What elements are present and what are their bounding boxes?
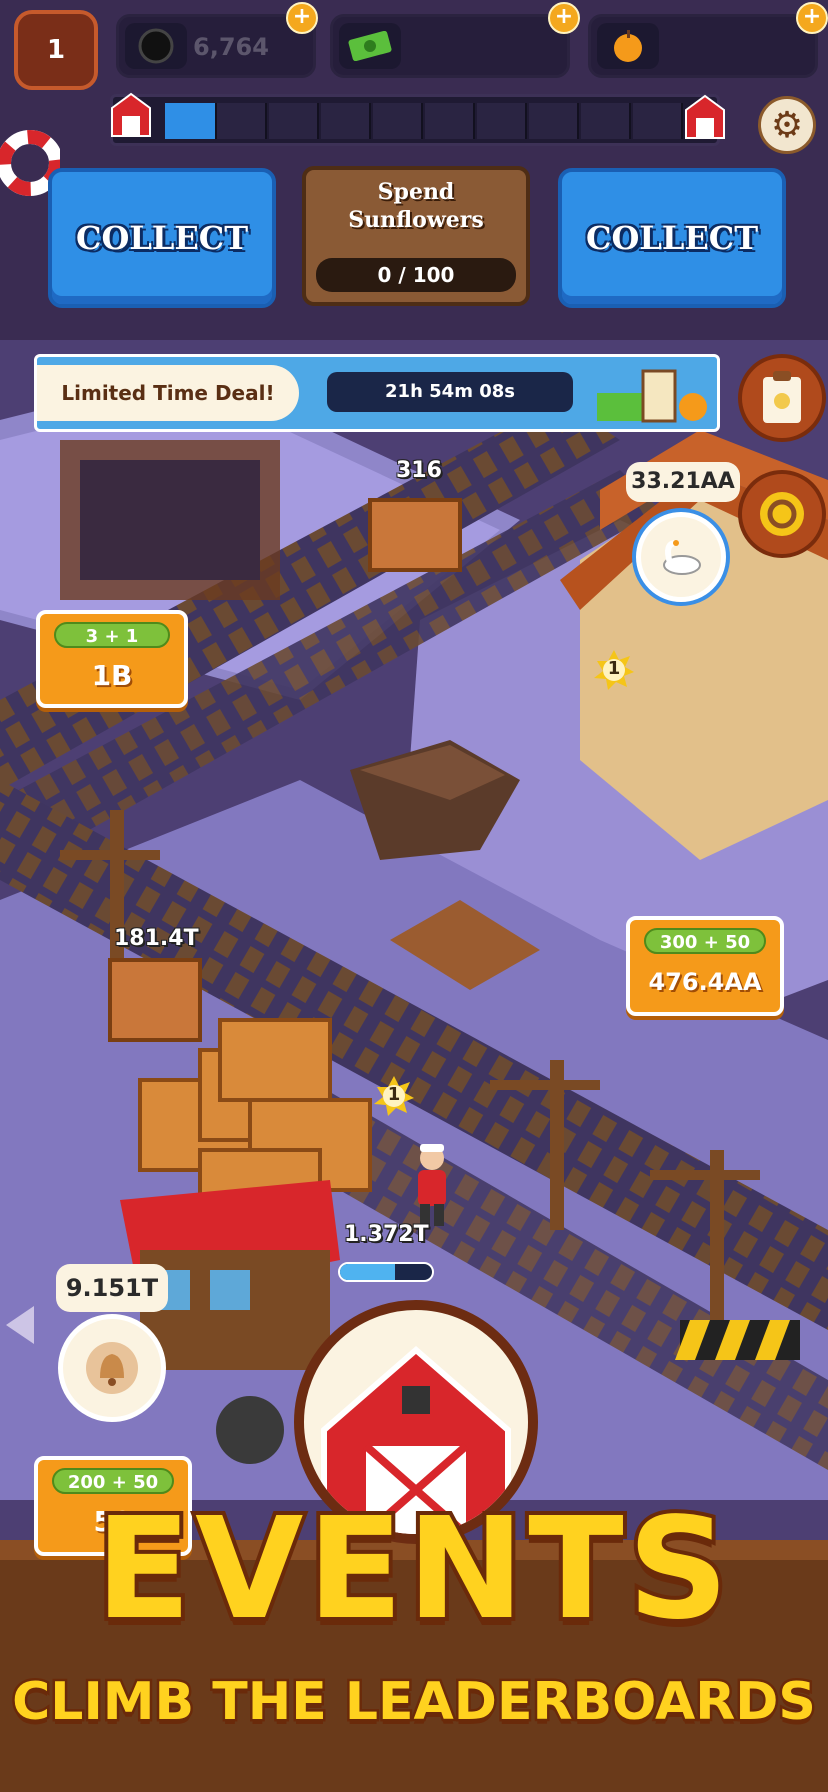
coin-value: 6,764 <box>193 33 269 61</box>
cash-icon <box>339 23 401 69</box>
crate-top-value: 316 <box>396 458 442 483</box>
swan-boost-button[interactable] <box>636 512 726 602</box>
worker-progress-bar <box>338 1262 434 1282</box>
coin-icon <box>125 23 187 69</box>
collect-right-label: COLLECT <box>585 219 758 257</box>
barn-goal-icon <box>685 94 725 139</box>
level-badge[interactable]: 1 <box>14 10 98 90</box>
refresh-boost-button[interactable] <box>738 470 826 558</box>
level-number: 1 <box>46 35 66 65</box>
worker-progress-fill <box>340 1264 396 1280</box>
deal-rewards-icon <box>597 369 707 423</box>
add-coin-button[interactable]: + <box>286 2 318 34</box>
settings-gear-icon[interactable]: ⚙ <box>758 96 816 154</box>
bell-button[interactable] <box>58 1314 166 1422</box>
clipboard-quests-button[interactable] <box>738 354 826 442</box>
barn-start-icon <box>111 92 151 137</box>
spend-progress: 0 / 100 <box>316 258 516 292</box>
worker-character[interactable] <box>404 1140 460 1230</box>
right-upgrade-level: 300 + 50 <box>644 928 766 954</box>
promo-subtitle: CLIMB THE LEADERBOARDS <box>10 1670 819 1735</box>
promo-title: EVENTS <box>91 1484 733 1655</box>
left-station-upgrade-button[interactable]: 3 + 1 1B <box>36 610 188 708</box>
collect-left-button[interactable]: COLLECT <box>48 168 276 308</box>
collect-right-button[interactable]: COLLECT <box>558 168 786 308</box>
spend-title: Spend Sunflowers <box>348 179 484 233</box>
crate-mid-value: 181.4T <box>114 926 199 951</box>
swan-icon <box>663 540 701 575</box>
limited-time-deal-banner[interactable]: Limited Time Deal! 21h 54m 08s <box>34 354 720 432</box>
worker-value: 1.372T <box>344 1222 429 1247</box>
sun-badge-count-1: 1 <box>607 658 621 679</box>
deal-timer: 21h 54m 08s <box>327 372 573 412</box>
event-progress-bar <box>110 94 720 146</box>
sun-badge-count-2: 1 <box>387 1084 401 1105</box>
cash-resource[interactable] <box>330 14 570 78</box>
deal-label: Limited Time Deal! <box>37 365 299 421</box>
left-upgrade-level: 3 + 1 <box>54 622 170 648</box>
right-station-upgrade-button[interactable]: 300 + 50 476.4AA <box>626 916 784 1016</box>
left-upgrade-cost: 1B <box>91 659 133 692</box>
collect-left-label: COLLECT <box>75 219 248 257</box>
bell-icon <box>86 1342 138 1394</box>
refresh-icon <box>760 492 804 536</box>
progress-fill <box>165 103 217 139</box>
apple-resource[interactable] <box>588 14 818 78</box>
bell-value: 9.151T <box>56 1264 168 1312</box>
coin-resource[interactable]: 6,764 <box>116 14 316 78</box>
swan-value: 33.21AA <box>626 462 740 502</box>
clipboard-icon <box>763 371 801 423</box>
apple-icon <box>597 23 659 69</box>
scroll-left-arrow-icon[interactable] <box>0 1300 40 1350</box>
right-upgrade-cost: 476.4AA <box>648 968 762 996</box>
add-cash-button[interactable]: + <box>548 2 580 34</box>
spend-sunflowers-panel: Spend Sunflowers 0 / 100 <box>302 166 530 306</box>
add-apple-button[interactable]: + <box>796 2 828 34</box>
